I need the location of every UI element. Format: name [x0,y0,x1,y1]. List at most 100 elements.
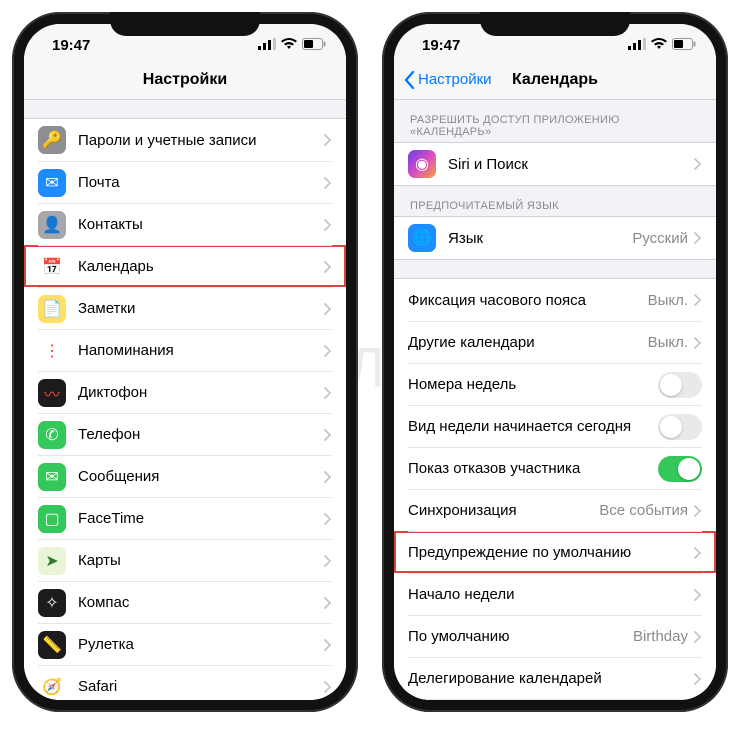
measure-icon: 📏 [38,631,66,659]
row-mail[interactable]: ✉ Почта [24,161,346,203]
chevron-right-icon [694,337,702,349]
row-phone[interactable]: ✆Телефон [24,413,346,455]
row-passwords[interactable]: 🔑 Пароли и учетные записи [24,119,346,161]
notes-icon: 📄 [38,295,66,323]
row-label: По умолчанию [408,628,633,645]
toggle-declined[interactable] [658,456,702,482]
facetime-icon: ▢ [38,505,66,533]
row-label: Вид недели начинается сегодня [408,418,658,435]
row-label: Почта [78,174,324,191]
chevron-right-icon [324,681,332,693]
passwords-icon: 🔑 [38,126,66,154]
row-suggest[interactable]: Предложения мест [394,699,716,700]
section-header: Разрешить доступ приложению «Календарь» [394,100,716,142]
chevron-right-icon [694,631,702,643]
row-label: Заметки [78,300,324,317]
row-label: Пароли и учетные записи [78,132,324,149]
row-alt-cal[interactable]: Другие календариВыкл. [394,321,716,363]
status-right [628,37,696,53]
row-label: Safari [78,678,324,695]
chevron-right-icon [324,134,332,146]
row-default[interactable]: По умолчаниюBirthday [394,615,716,657]
status-time: 19:47 [422,37,460,54]
chevron-right-icon [694,589,702,601]
row-reminders[interactable]: ⋮Напоминания [24,329,346,371]
row-week-start[interactable]: Вид недели начинается сегодня [394,405,716,447]
screen-left: 19:47 Настройки 🔑 Пароли и учетные записи… [24,24,346,700]
notch [480,12,630,36]
row-language[interactable]: 🌐 Язык Русский [394,217,716,259]
toggle-week-start[interactable] [658,414,702,440]
settings-group: 🔑 Пароли и учетные записи ✉ Почта 👤 Контакты 📅… [24,118,346,700]
chevron-right-icon [324,555,332,567]
chevron-right-icon [694,673,702,685]
row-label: Напоминания [78,342,324,359]
nav-bar-right: Настройки Календарь [394,60,716,100]
group-language: 🌐 Язык Русский [394,216,716,260]
row-label: Телефон [78,426,324,443]
row-label: Показ отказов участника [408,460,658,477]
back-button[interactable]: Настройки [402,71,492,89]
row-label: Карты [78,552,324,569]
row-delegate[interactable]: Делегирование календарей [394,657,716,699]
row-voicememos[interactable]: 〰 Диктофон [24,371,346,413]
maps-icon: ➤ [38,547,66,575]
row-siri[interactable]: ◉ Siri и Поиск [394,143,716,185]
contacts-icon: 👤 [38,211,66,239]
row-messages[interactable]: ✉Сообщения [24,455,346,497]
chevron-left-icon [402,71,416,89]
chevron-right-icon [694,547,702,559]
row-measure[interactable]: 📏 Рулетка [24,623,346,665]
row-label: Контакты [78,216,324,233]
back-label: Настройки [418,71,492,88]
row-value: Все события [599,502,688,519]
chevron-right-icon [324,345,332,357]
row-label: Рулетка [78,636,324,653]
row-label: Начало недели [408,586,694,603]
content-left[interactable]: 🔑 Пароли и учетные записи ✉ Почта 👤 Контакты 📅… [24,100,346,700]
row-label: Предупреждение по умолчанию [408,544,694,561]
row-value: Birthday [633,628,688,645]
row-compass[interactable]: ✧Компас [24,581,346,623]
row-notes[interactable]: 📄 Заметки [24,287,346,329]
row-maps[interactable]: ➤ Карты [24,539,346,581]
row-tz-fix[interactable]: Фиксация часового поясаВыкл. [394,279,716,321]
group-siri: ◉ Siri и Поиск [394,142,716,186]
row-safari[interactable]: 🧭 Safari [24,665,346,700]
chevron-right-icon [694,294,702,306]
globe-icon: 🌐 [408,224,436,252]
battery-icon [672,37,696,53]
row-label: Диктофон [78,384,324,401]
group-settings: Фиксация часового поясаВыкл.Другие кален… [394,278,716,700]
toggle-week-num[interactable] [658,372,702,398]
signal-icon [628,37,646,53]
chevron-right-icon [324,261,332,273]
chevron-right-icon [324,639,332,651]
row-contacts[interactable]: 👤 Контакты [24,203,346,245]
row-value: Выкл. [648,292,688,309]
safari-icon: 🧭 [38,673,66,701]
row-label: Делегирование календарей [408,670,694,687]
content-right[interactable]: Разрешить доступ приложению «Календарь» … [394,100,716,700]
chevron-right-icon [324,471,332,483]
chevron-right-icon [324,513,332,525]
row-week-num[interactable]: Номера недель [394,363,716,405]
row-def-alert[interactable]: Предупреждение по умолчанию [394,531,716,573]
page-title: Настройки [143,71,227,89]
row-declined[interactable]: Показ отказов участника [394,447,716,489]
wifi-icon [281,37,297,53]
row-label: Другие календари [408,334,648,351]
chevron-right-icon [324,429,332,441]
row-calendar[interactable]: 📅Календарь [24,245,346,287]
status-time: 19:47 [52,37,90,54]
chevron-right-icon [694,232,702,244]
row-label: Сообщения [78,468,324,485]
mail-icon: ✉ [38,169,66,197]
voicememos-icon: 〰 [38,379,66,407]
compass-icon: ✧ [38,589,66,617]
row-wk-start[interactable]: Начало недели [394,573,716,615]
row-label: Номера недель [408,376,658,393]
row-facetime[interactable]: ▢ FaceTime [24,497,346,539]
row-sync[interactable]: СинхронизацияВсе события [394,489,716,531]
row-label: FaceTime [78,510,324,527]
